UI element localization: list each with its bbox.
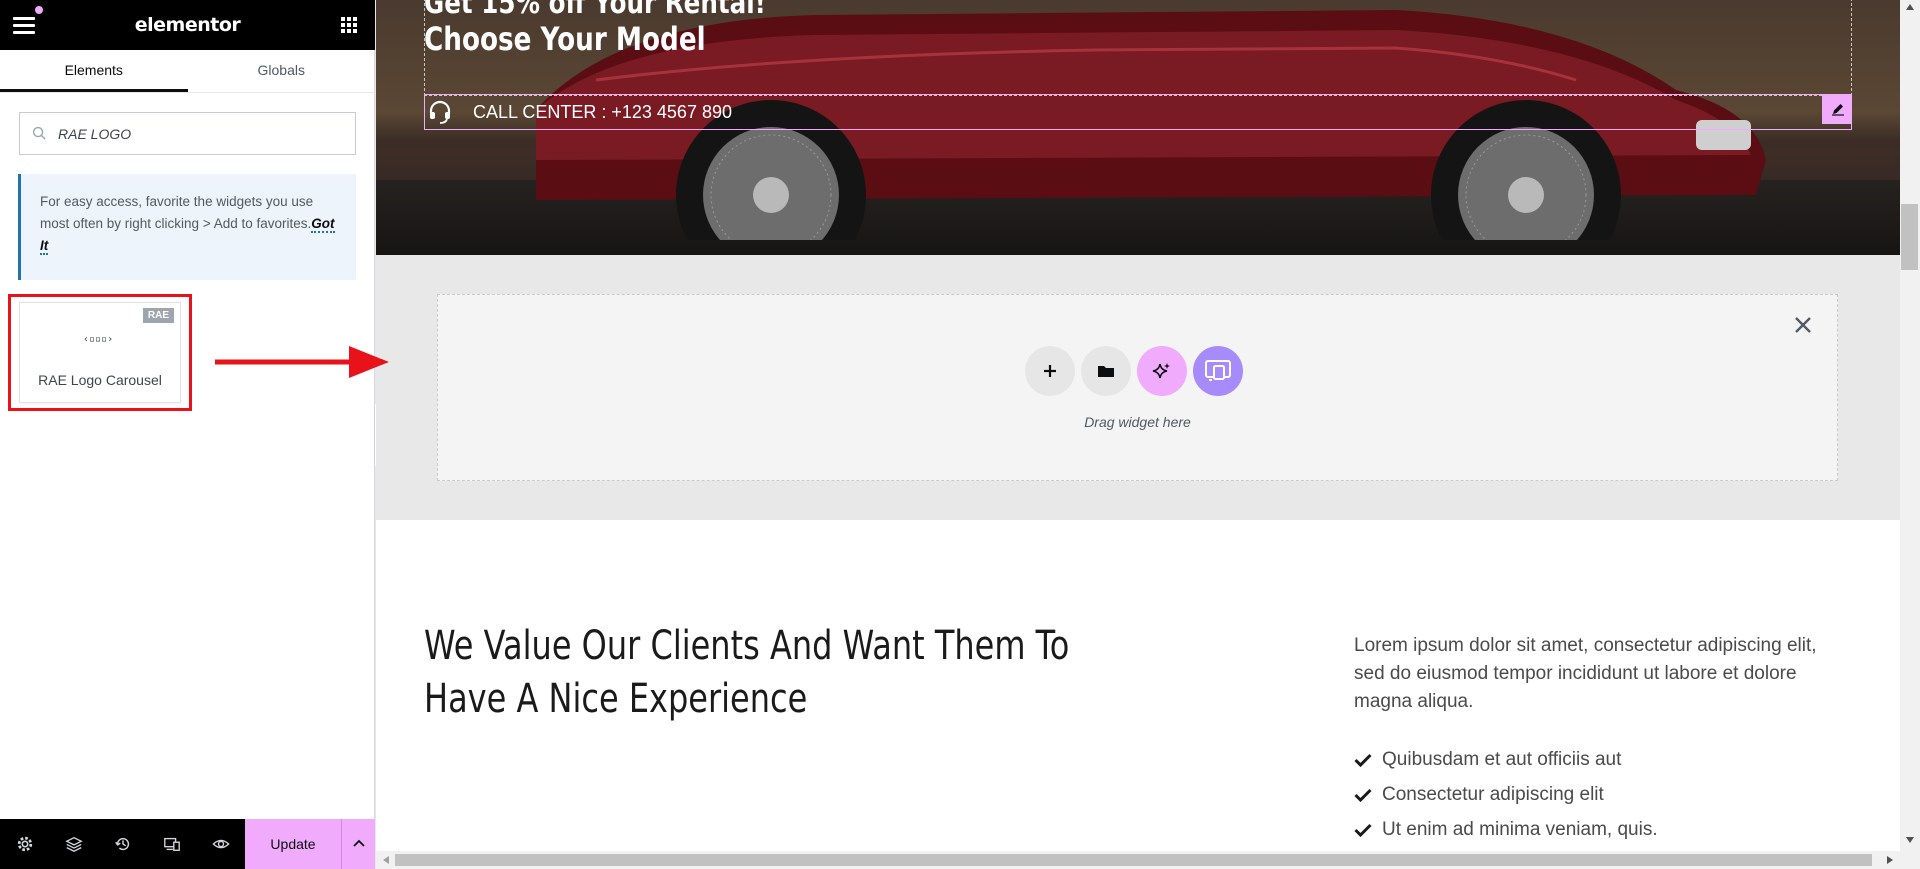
scroll-right-arrow-icon[interactable]	[1886, 855, 1894, 865]
ai-generate-button[interactable]	[1137, 346, 1187, 396]
call-center-text: CALL CENTER : +123 4567 890	[473, 101, 732, 122]
sidebar-header: elementor	[0, 0, 375, 50]
list-item-text: Quibusdam et aut officiis aut	[1382, 749, 1622, 770]
vertical-scroll-thumb[interactable]	[1901, 204, 1918, 270]
sidebar-footer: Update	[0, 819, 375, 869]
drag-widget-hint: Drag widget here	[1084, 414, 1191, 430]
rae-templates-button[interactable]	[1193, 346, 1243, 396]
chevron-up-icon[interactable]	[341, 819, 375, 869]
add-section-buttons	[1025, 346, 1243, 396]
apps-grid-icon[interactable]	[341, 17, 357, 33]
tab-globals[interactable]: Globals	[188, 50, 376, 92]
folder-icon	[1098, 366, 1114, 377]
section-paragraph: Lorem ipsum dolor sit amet, consectetur …	[1354, 635, 1817, 712]
layers-icon[interactable]	[49, 819, 98, 869]
scroll-down-arrow-icon[interactable]	[1905, 836, 1915, 844]
check-icon	[1354, 753, 1372, 767]
favorites-tip: For easy access, favorite the widgets yo…	[18, 174, 356, 280]
elementor-logo: elementor	[134, 14, 241, 36]
check-icon	[1354, 823, 1372, 837]
vertical-scrollbar[interactable]	[1900, 0, 1920, 851]
headset-icon	[429, 100, 451, 124]
about-section[interactable]: We Value Our Clients And Want Them To Ha…	[376, 520, 1900, 851]
hero-subtitle: Get 15% off Your Rental!	[424, 0, 766, 21]
history-icon[interactable]	[98, 819, 147, 869]
settings-icon[interactable]	[0, 819, 49, 869]
preview-canvas: Get 15% off Your Rental! Choose Your Mod…	[376, 0, 1900, 851]
add-template-button[interactable]	[1081, 346, 1131, 396]
section-heading: We Value Our Clients And Want Them To Ha…	[424, 623, 1070, 722]
search-icon	[32, 126, 46, 140]
update-button[interactable]: Update	[245, 819, 341, 869]
menu-icon[interactable]	[13, 17, 35, 34]
tip-text: For easy access, favorite the widgets yo…	[40, 194, 314, 231]
list-item: Consectetur adipiscing elit	[1354, 777, 1658, 812]
editor-sidebar: elementor Elements Globals For easy acce…	[0, 0, 375, 869]
close-icon[interactable]	[1791, 313, 1815, 337]
add-section-button[interactable]	[1025, 346, 1075, 396]
notification-dot	[35, 6, 43, 14]
feature-list: Quibusdam et aut officiis aut Consectetu…	[1354, 742, 1658, 847]
list-item-text: Consectetur adipiscing elit	[1382, 784, 1604, 805]
hero-section[interactable]: Get 15% off Your Rental! Choose Your Mod…	[376, 0, 1900, 255]
search-input[interactable]	[58, 125, 338, 142]
list-item: Quibusdam et aut officiis aut	[1354, 742, 1658, 777]
add-section-dropzone[interactable]: Drag widget here	[437, 294, 1838, 481]
check-icon	[1354, 788, 1372, 802]
annotation-arrow	[215, 346, 389, 378]
preview-icon[interactable]	[196, 819, 245, 869]
responsive-icon[interactable]	[147, 819, 196, 869]
edit-widget-button[interactable]	[1822, 94, 1852, 124]
tab-elements[interactable]: Elements	[0, 50, 188, 92]
rae-templates-icon	[1205, 360, 1231, 381]
hero-title: Choose Your Model	[424, 20, 706, 58]
scroll-left-arrow-icon[interactable]	[382, 855, 390, 865]
call-center-widget[interactable]: CALL CENTER : +123 4567 890	[424, 94, 1852, 130]
widget-search[interactable]	[19, 112, 356, 155]
panel-tabs: Elements Globals	[0, 50, 375, 93]
pencil-icon	[1832, 104, 1844, 116]
plus-icon	[1044, 365, 1056, 377]
list-item-text: Ut enim ad minima veniam, quis.	[1382, 819, 1658, 840]
annotation-highlight-box	[8, 294, 192, 411]
sparkle-icon	[1152, 363, 1170, 379]
scroll-up-arrow-icon[interactable]	[1905, 3, 1915, 11]
horizontal-scroll-thumb[interactable]	[395, 854, 1872, 866]
list-item: Ut enim ad minima veniam, quis.	[1354, 812, 1658, 847]
